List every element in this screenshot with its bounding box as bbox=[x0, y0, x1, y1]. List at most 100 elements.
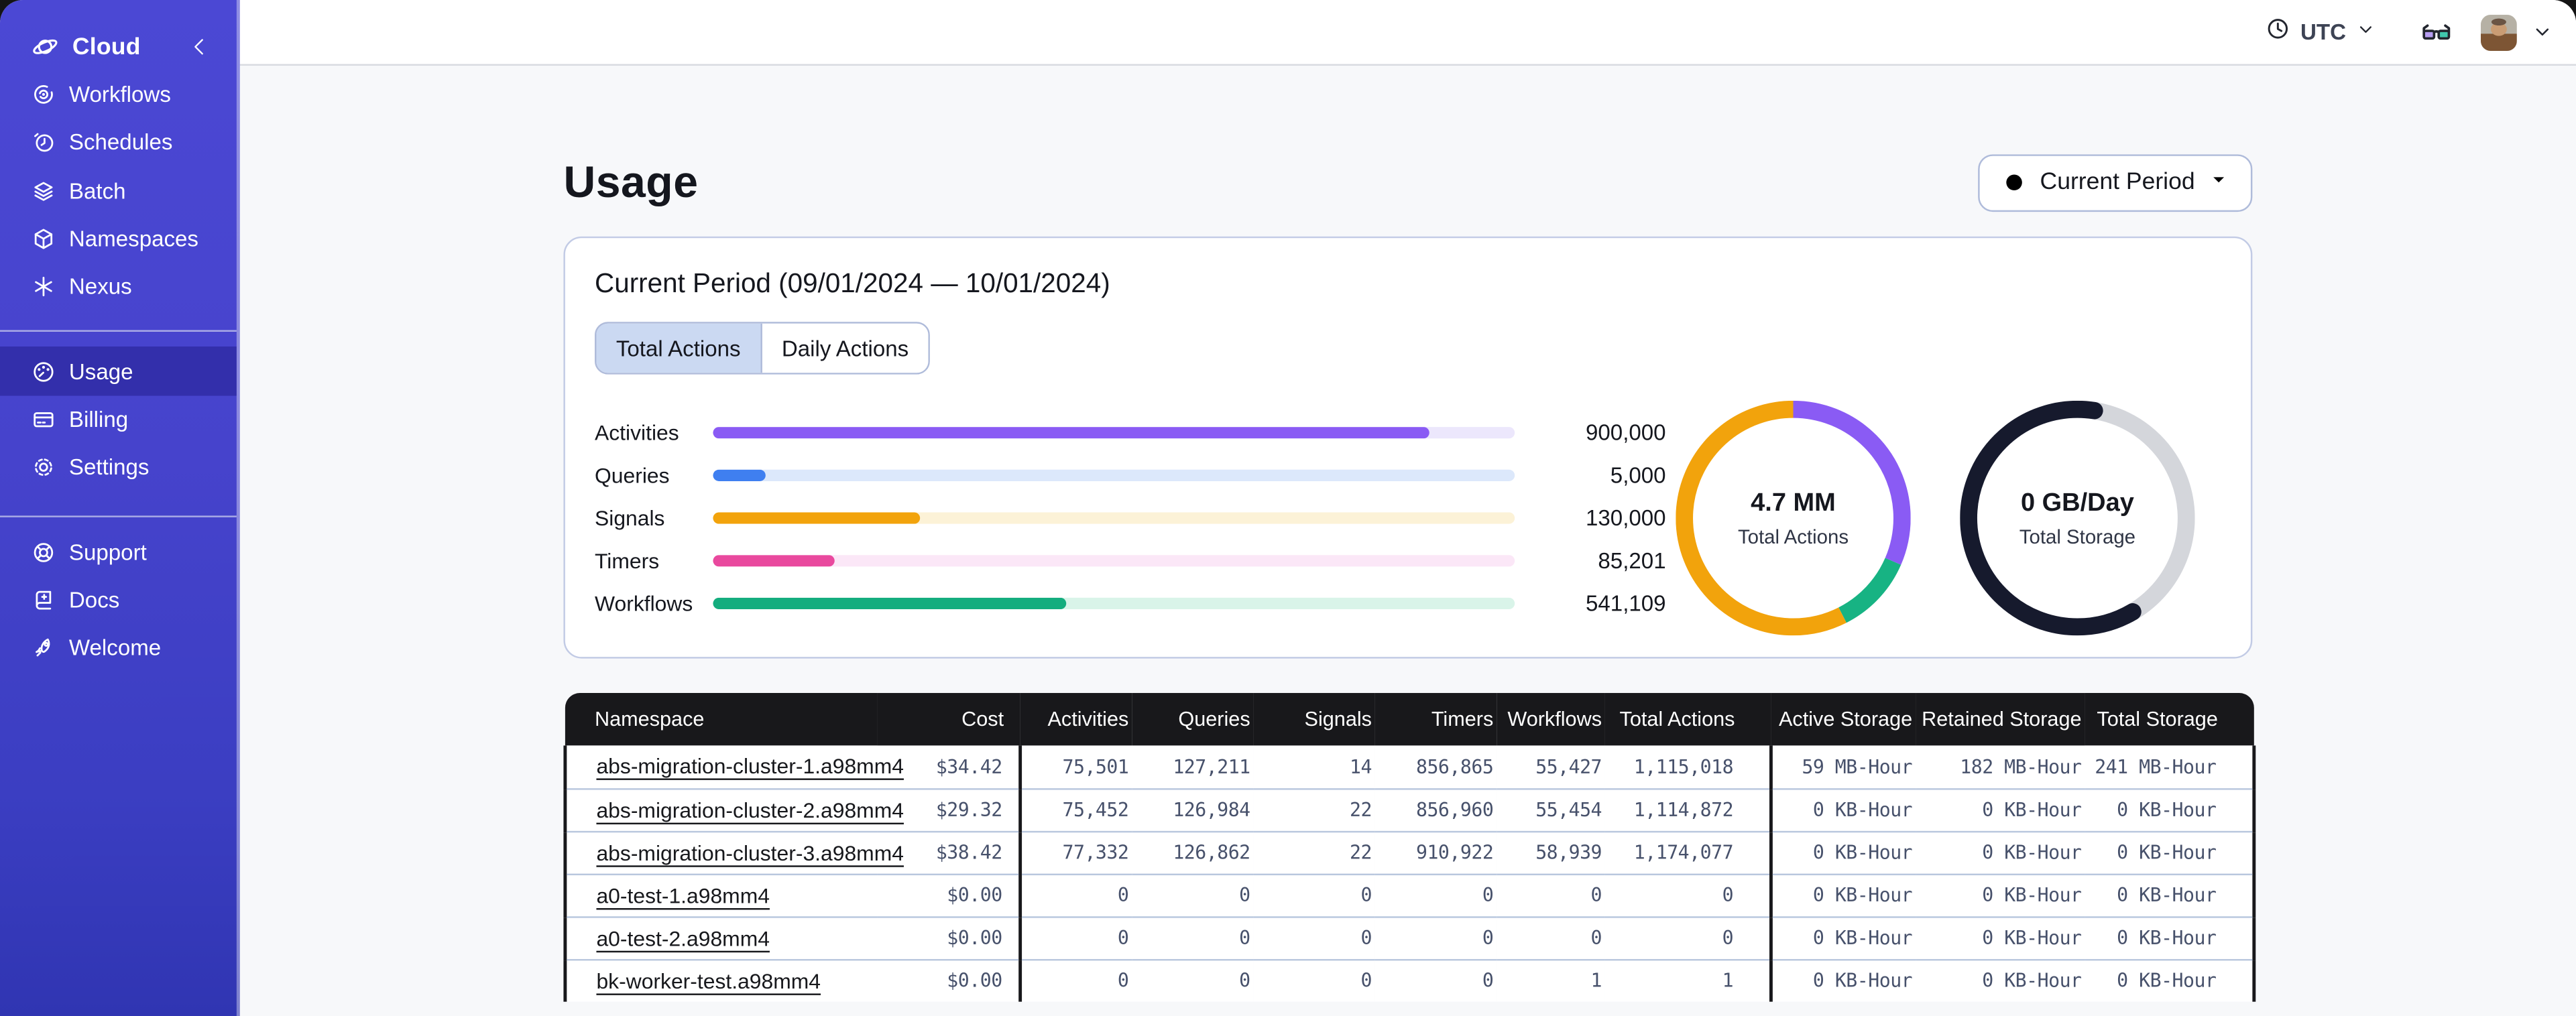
cell-activities: 0 bbox=[1020, 915, 1132, 959]
batch-icon bbox=[32, 178, 56, 203]
cell-queries: 126,984 bbox=[1132, 787, 1254, 831]
chevron-down-icon[interactable] bbox=[2532, 21, 2553, 43]
nexus-icon bbox=[32, 275, 56, 300]
namespace-link[interactable]: a0-test-1.a98mm4 bbox=[596, 883, 770, 907]
sidebar-collapse-button[interactable] bbox=[184, 32, 213, 62]
sidebar-divider bbox=[0, 516, 237, 518]
cell-active-storage: 0 KB-Hour bbox=[1771, 915, 1916, 959]
cell-namespace: a0-test-1.a98mm4 bbox=[563, 873, 878, 917]
cell-retained-storage: 0 KB-Hour bbox=[1916, 830, 2085, 874]
cell-activities: 0 bbox=[1020, 873, 1132, 917]
sidebar-item-nexus[interactable]: Nexus bbox=[0, 263, 237, 312]
timezone-label: UTC bbox=[2300, 19, 2347, 45]
sidebar-header-label: Cloud bbox=[72, 34, 141, 60]
glasses-icon[interactable] bbox=[2418, 14, 2455, 50]
sidebar-item-label: Batch bbox=[68, 178, 126, 204]
cell-workflows: 55,454 bbox=[1497, 787, 1605, 831]
sidebar-item-label: Settings bbox=[68, 455, 150, 481]
sidebar-item-namespaces[interactable]: Namespaces bbox=[0, 215, 237, 263]
settings-gear-icon bbox=[32, 455, 56, 480]
cell-signals: 0 bbox=[1253, 873, 1375, 917]
cell-total-actions: 0 bbox=[1604, 915, 1773, 959]
sidebar-item-label: Schedules bbox=[68, 130, 173, 155]
bar-track bbox=[713, 426, 1515, 439]
cell-timers: 0 bbox=[1374, 873, 1497, 917]
sidebar-item-label: Usage bbox=[68, 359, 133, 384]
tab-daily-actions[interactable]: Daily Actions bbox=[760, 323, 929, 373]
topbar: UTC bbox=[239, 0, 2576, 66]
timezone-selector[interactable]: UTC bbox=[2266, 15, 2376, 48]
cell-total-actions: 0 bbox=[1604, 873, 1773, 917]
actions-tab-group: Total Actions Daily Actions bbox=[595, 322, 931, 375]
tab-total-actions[interactable]: Total Actions bbox=[596, 323, 760, 373]
chevron-down-icon bbox=[2208, 169, 2229, 195]
bar-fill bbox=[713, 511, 920, 525]
main-area: UTC Usage Current Period Current Period … bbox=[239, 0, 2576, 1016]
column-header-workflows: Workflows bbox=[1497, 693, 1605, 746]
table-row: abs-migration-cluster-1.a98mm4 $34.42 75,5… bbox=[563, 745, 2256, 789]
cell-total-storage: 0 KB-Hour bbox=[2085, 873, 2256, 917]
cell-cost: $0.00 bbox=[877, 915, 1022, 959]
cell-active-storage: 0 KB-Hour bbox=[1771, 787, 1916, 831]
sidebar-item-billing[interactable]: Billing bbox=[0, 395, 237, 444]
bar-label: Timers bbox=[595, 548, 660, 574]
clock-icon bbox=[2266, 15, 2291, 48]
cell-total-storage: 0 KB-Hour bbox=[2085, 958, 2256, 1002]
cell-total-actions: 1,174,077 bbox=[1604, 830, 1773, 874]
cell-signals: 22 bbox=[1253, 787, 1375, 831]
cell-signals: 22 bbox=[1253, 830, 1375, 874]
namespace-link[interactable]: a0-test-2.a98mm4 bbox=[596, 926, 770, 950]
chevron-down-icon bbox=[2356, 17, 2376, 47]
sidebar-item-workflows[interactable]: Workflows bbox=[0, 70, 237, 119]
cell-total-actions: 1,115,018 bbox=[1604, 745, 1773, 789]
bar-row-timers: Timers 85,201 bbox=[595, 548, 1666, 574]
cell-workflows: 58,939 bbox=[1497, 830, 1605, 874]
cell-retained-storage: 0 KB-Hour bbox=[1916, 915, 2085, 959]
sidebar-item-docs[interactable]: Docs bbox=[0, 576, 237, 624]
namespace-link[interactable]: abs-migration-cluster-3.a98mm4 bbox=[596, 840, 904, 865]
bar-value: 5,000 bbox=[1610, 462, 1666, 488]
period-dropdown-button[interactable]: Current Period bbox=[1977, 153, 2253, 211]
namespace-usage-table: Namespace Cost Activities Queries Signals Tim… bbox=[563, 693, 2256, 1002]
cell-queries: 0 bbox=[1132, 873, 1254, 917]
cell-retained-storage: 182 MB-Hour bbox=[1916, 745, 2085, 789]
cell-retained-storage: 0 KB-Hour bbox=[1916, 787, 2085, 831]
total-actions-donut: 4.7 MM Total Actions bbox=[1676, 400, 1911, 636]
column-header-cost: Cost bbox=[877, 693, 1020, 746]
namespace-link[interactable]: abs-migration-cluster-2.a98mm4 bbox=[596, 798, 904, 822]
usage-bar-chart: Activities 900,000 Queries 5,000 Signals 130,… bbox=[595, 420, 1666, 616]
sidebar-item-label: Welcome bbox=[68, 635, 162, 661]
cell-total-storage: 241 MB-Hour bbox=[2085, 745, 2256, 789]
cell-cost: $0.00 bbox=[877, 873, 1022, 917]
bar-label: Queries bbox=[595, 462, 670, 488]
sidebar: Cloud Workflows Schedules Batch Namespaces N… bbox=[0, 0, 240, 1016]
sidebar-header-cloud[interactable]: Cloud bbox=[0, 23, 237, 70]
table-row: a0-test-1.a98mm4 $0.00 0 0 0 0 0 0 0 KB-Hour 0 KB… bbox=[563, 873, 2256, 917]
sidebar-item-support[interactable]: Support bbox=[0, 527, 237, 576]
usage-gauge-icon bbox=[32, 359, 56, 384]
cell-cost: $0.00 bbox=[877, 958, 1022, 1002]
schedules-icon bbox=[32, 131, 56, 155]
column-header-retained-storage: Retained Storage bbox=[1916, 693, 2085, 746]
sidebar-item-schedules[interactable]: Schedules bbox=[0, 119, 237, 167]
workflows-icon bbox=[32, 82, 56, 107]
bar-row-signals: Signals 130,000 bbox=[595, 506, 1666, 531]
bar-track bbox=[713, 511, 1515, 525]
sidebar-item-welcome[interactable]: Welcome bbox=[0, 624, 237, 672]
bar-fill bbox=[713, 554, 835, 567]
avatar[interactable] bbox=[2480, 13, 2517, 50]
sidebar-item-batch[interactable]: Batch bbox=[0, 167, 237, 215]
app-window: Cloud Workflows Schedules Batch Namespaces N… bbox=[0, 0, 2576, 1016]
cell-activities: 75,501 bbox=[1020, 745, 1132, 789]
namespace-link[interactable]: bk-worker-test.a98mm4 bbox=[596, 968, 821, 993]
sidebar-item-settings[interactable]: Settings bbox=[0, 444, 237, 492]
billing-card-icon bbox=[32, 407, 56, 432]
sidebar-item-usage[interactable]: Usage bbox=[0, 347, 237, 395]
namespace-link[interactable]: abs-migration-cluster-1.a98mm4 bbox=[596, 754, 904, 779]
table-row: abs-migration-cluster-2.a98mm4 $29.32 75,4… bbox=[563, 787, 2256, 831]
cell-queries: 126,862 bbox=[1132, 830, 1254, 874]
cell-workflows: 0 bbox=[1497, 873, 1605, 917]
cell-timers: 0 bbox=[1374, 958, 1497, 1002]
column-header-activities: Activities bbox=[1020, 693, 1132, 746]
cell-signals: 0 bbox=[1253, 915, 1375, 959]
